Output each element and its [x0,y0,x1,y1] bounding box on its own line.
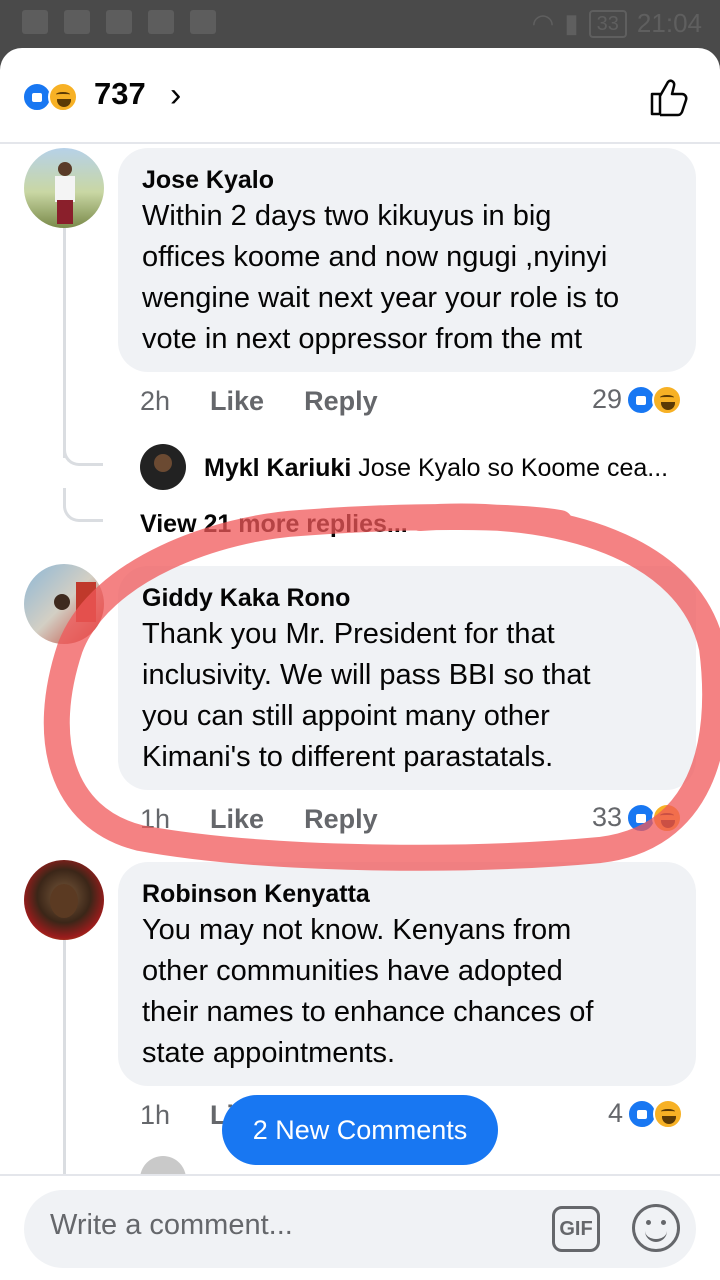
reaction-icons [626,384,683,415]
thread-connector [63,428,103,466]
comment-author[interactable]: Robinson Kenyatta [142,878,672,910]
telegram-icon [64,10,90,34]
reply-avatar[interactable] [140,444,186,490]
haha-reaction-icon [48,82,78,112]
comment-actions: 1h Like Reply [140,804,378,835]
like-action[interactable]: Like [210,386,264,417]
avatar[interactable] [24,148,104,228]
comment-composer: GIF [0,1174,720,1280]
haha-reaction-icon [652,802,683,833]
reply-text: Jose Kyalo so Koome cea... [358,454,669,482]
image-notification-icon [106,10,132,34]
comment-reactions[interactable]: 33 [592,802,683,833]
comment-reactions[interactable]: 29 [592,384,683,415]
comment-text-line: You may not know. Kenyans from [142,914,572,946]
comment-time: 2h [140,386,171,416]
comment-time: 1h [140,1100,171,1130]
comment-text-line: other communities have adopted [142,955,563,987]
reaction-icons [626,802,683,833]
comment-actions: 2h Like Reply [140,386,378,417]
haha-reaction-icon [653,1098,684,1129]
comment-text-line: inclusivity. We will pass BBI so that [142,659,591,691]
reply-author[interactable]: Mykl Kariuki [204,454,351,482]
signal-icon: ▮ [564,8,579,38]
comment-bubble[interactable]: Giddy Kaka Rono Thank you Mr. President … [118,566,696,790]
avatar[interactable] [24,860,104,940]
avatar[interactable] [24,564,104,644]
new-comments-button[interactable]: 2 New Comments [222,1095,498,1165]
comment-author[interactable]: Giddy Kaka Rono [142,582,672,614]
emoji-icon[interactable] [632,1204,680,1252]
reaction-count: 29 [592,384,623,414]
comment-text-line: you can still appoint many other [142,700,550,732]
reaction-count[interactable]: 737 [94,76,146,112]
reply-preview[interactable]: Mykl Kariuki Jose Kyalo so Koome cea... [204,454,668,483]
wifi-icon: ◠ [531,8,555,38]
like-button-icon[interactable] [648,76,690,118]
comment-time: 1h [140,804,171,834]
notification-icons [22,10,216,34]
cloud-icon [148,10,174,34]
comment-text-line: Within 2 days two kikuyus in big [142,200,552,232]
view-more-replies-link[interactable]: View 21 more replies... [140,510,408,539]
reactions-header: 737 › [0,48,720,144]
chevron-right-icon[interactable]: › [170,76,181,115]
comment-input[interactable] [50,1209,530,1242]
reaction-count: 33 [592,802,623,832]
comment-text-line: vote in next oppressor from the mt [142,323,583,355]
reaction-icons [627,1098,684,1129]
composer-box: GIF [24,1190,696,1268]
haha-reaction-icon [652,384,683,415]
comment-text-line: state appointments. [142,1037,396,1069]
comment-text-line: Kimani's to different parastatals. [142,741,554,773]
comment-text-line: Thank you Mr. President for that [142,618,555,650]
like-action[interactable]: Like [210,804,264,835]
comment-actions: 1h Li [140,1100,234,1131]
comment-text-line: their names to enhance chances of [142,996,594,1028]
gif-button[interactable]: GIF [552,1206,600,1252]
comment-reactions[interactable]: 4 [608,1098,684,1129]
comment-bubble[interactable]: Jose Kyalo Within 2 days two kikuyus in … [118,148,696,372]
thread-line [63,228,66,458]
reply-action[interactable]: Reply [304,804,378,835]
comment-bubble[interactable]: Robinson Kenyatta You may not know. Keny… [118,862,696,1086]
comment-text-line: wengine wait next year your role is to [142,282,620,314]
status-bar: ◠ ▮ 33 21:04 [0,0,720,48]
thread-line [63,940,66,1180]
comment-text-line: offices koome and now ngugi ,nyinyi [142,241,608,273]
reply-action[interactable]: Reply [304,386,378,417]
reaction-icons[interactable] [22,82,84,112]
app-notification-icon [22,10,48,34]
battery-indicator: 33 [588,9,627,38]
missed-call-icon [190,10,216,34]
clock: 21:04 [636,8,702,38]
reaction-count: 4 [608,1098,624,1128]
thread-connector [63,488,103,522]
comments-sheet: 737 › Jose Kyalo Within 2 days two kikuy… [0,48,720,1280]
comment-author[interactable]: Jose Kyalo [142,164,672,196]
system-status: ◠ ▮ 33 21:04 [532,8,702,39]
